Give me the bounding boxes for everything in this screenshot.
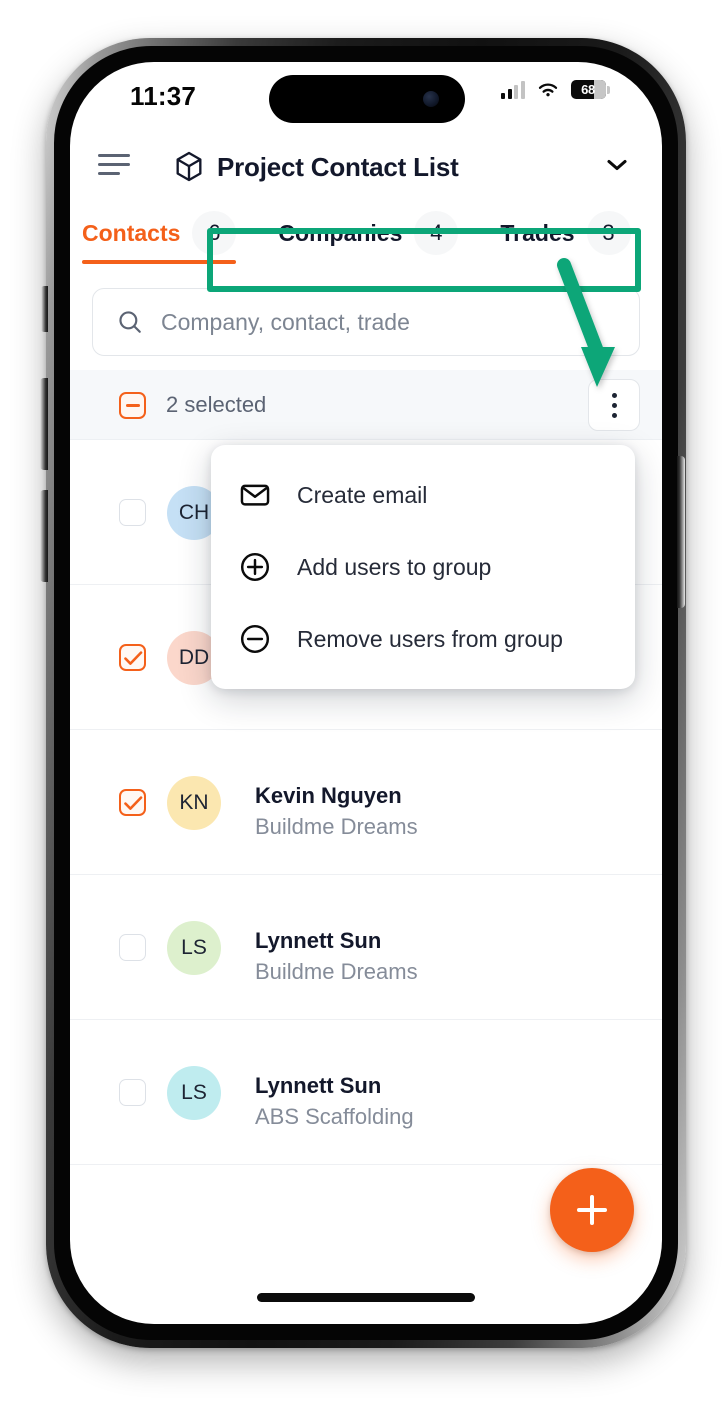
chevron-down-icon[interactable] <box>606 158 628 172</box>
active-tab-indicator <box>82 260 237 264</box>
search-section: Company, contact, trade <box>70 274 662 370</box>
menu-item-remove-users-from-group[interactable]: Remove users from group <box>211 603 635 675</box>
envelope-icon <box>240 484 270 506</box>
context-menu: Create email Add users to group Remove u… <box>211 445 635 689</box>
row-text: Lynnett Sun Buildme Dreams <box>255 927 418 987</box>
cellular-bars-icon <box>501 80 525 99</box>
avatar: LS <box>167 921 221 975</box>
menu-item-create-email[interactable]: Create email <box>211 459 635 531</box>
plus-circle-icon <box>240 552 270 582</box>
search-icon <box>119 311 141 333</box>
phone-screen: 11:37 68 Project Contact List Contacts 6… <box>70 62 662 1324</box>
tab-bar: Contacts 6 Companies 4 Trades 3 <box>70 202 662 276</box>
status-bar-time: 11:37 <box>130 81 197 111</box>
tab-contacts-label: Contacts <box>82 219 181 246</box>
hamburger-menu-icon[interactable] <box>98 154 134 180</box>
app-header: Project Contact List <box>70 134 662 200</box>
status-bar-indicators: 68 <box>501 80 610 99</box>
phone-volume-down-button[interactable] <box>40 490 48 582</box>
menu-item-label: Remove users from group <box>297 625 563 652</box>
selection-bar: 2 selected <box>70 370 662 440</box>
battery-percent-label: 68 <box>581 82 595 97</box>
contact-name: Lynnett Sun <box>255 1073 382 1098</box>
table-row[interactable]: LS Lynnett Sun ABS Scaffolding <box>70 1020 662 1165</box>
tab-trades-count: 3 <box>586 211 631 255</box>
contact-company: ABS Scaffolding <box>255 1104 414 1130</box>
page-title: Project Contact List <box>217 151 459 182</box>
plus-icon <box>577 1195 607 1225</box>
row-checkbox[interactable] <box>119 789 146 816</box>
avatar-initials: DD <box>178 646 210 669</box>
avatar-initials: LS <box>181 1081 207 1104</box>
screenshot-root: 11:37 68 Project Contact List Contacts 6… <box>0 0 725 1404</box>
row-checkbox[interactable] <box>119 499 146 526</box>
status-bar: 11:37 68 <box>70 62 662 134</box>
avatar-initials: KN <box>179 791 209 814</box>
select-all-checkbox[interactable] <box>119 392 146 419</box>
selection-count-label: 2 selected <box>166 392 267 417</box>
contact-name: Lynnett Sun <box>255 928 382 953</box>
avatar: KN <box>167 776 221 830</box>
tab-companies-label: Companies <box>278 219 403 246</box>
row-checkbox[interactable] <box>119 1079 146 1106</box>
contact-company: Buildme Dreams <box>255 814 418 840</box>
row-text: Kevin Nguyen Buildme Dreams <box>255 782 418 842</box>
menu-item-add-users-to-group[interactable]: Add users to group <box>211 531 635 603</box>
cube-icon <box>176 151 202 182</box>
battery-indicator: 68 <box>570 80 610 99</box>
contact-company: Buildme Dreams <box>255 959 418 985</box>
search-placeholder: Company, contact, trade <box>161 308 410 335</box>
table-row[interactable]: KN Kevin Nguyen Buildme Dreams <box>70 730 662 875</box>
avatar-initials: CH <box>178 501 210 524</box>
row-text: Lynnett Sun ABS Scaffolding <box>255 1072 414 1132</box>
header-title-group: Project Contact List <box>174 134 459 200</box>
front-camera-icon <box>423 91 439 107</box>
tab-trades-label: Trades <box>500 219 575 246</box>
menu-item-label: Add users to group <box>297 553 492 580</box>
add-contact-fab[interactable] <box>550 1168 634 1252</box>
phone-power-button[interactable] <box>677 456 685 608</box>
tab-companies[interactable]: Companies 4 <box>278 202 459 264</box>
avatar: LS <box>167 1066 221 1120</box>
tab-companies-count: 4 <box>414 211 459 255</box>
contact-name: Kevin Nguyen <box>255 783 402 808</box>
tab-contacts[interactable]: Contacts 6 <box>82 202 237 264</box>
phone-volume-up-button[interactable] <box>40 378 48 470</box>
row-checkbox[interactable] <box>119 644 146 671</box>
avatar-initials: LS <box>181 936 207 959</box>
menu-item-label: Create email <box>297 481 428 508</box>
tab-contacts-count: 6 <box>192 211 237 255</box>
dynamic-island <box>269 75 465 123</box>
home-indicator[interactable] <box>257 1293 475 1302</box>
tab-trades[interactable]: Trades 3 <box>500 202 631 264</box>
table-row[interactable]: LS Lynnett Sun Buildme Dreams <box>70 875 662 1020</box>
wifi-icon <box>538 83 557 96</box>
search-input[interactable]: Company, contact, trade <box>92 288 640 356</box>
kebab-menu-vertical-icon[interactable] <box>588 379 640 431</box>
row-checkbox[interactable] <box>119 934 146 961</box>
phone-mute-switch[interactable] <box>41 286 48 332</box>
minus-circle-icon <box>240 624 270 654</box>
